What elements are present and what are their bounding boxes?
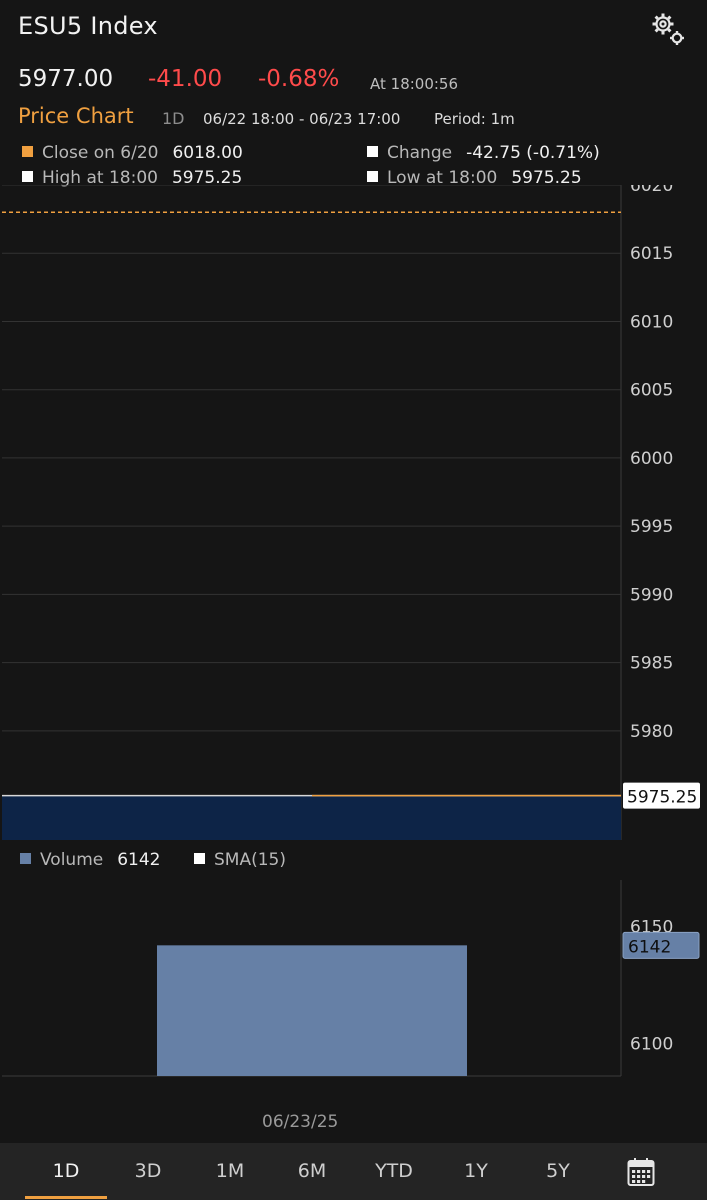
price-tick-label: 5995 — [630, 517, 673, 537]
legend-change-value: -42.75 (-0.71%) — [466, 143, 600, 163]
legend-sma: SMA(15) — [194, 850, 286, 870]
x-axis-date: 06/23/25 — [262, 1112, 339, 1132]
price-chart-title: Price Chart — [18, 104, 134, 128]
legend-change-label: Change — [387, 143, 453, 163]
active-tab-indicator — [25, 1196, 107, 1199]
chart-date-range: 06/22 18:00 - 06/23 17:00 — [203, 110, 401, 128]
legend-close-label: Close on 6/20 — [42, 143, 159, 163]
chart-span: 1D — [162, 109, 185, 128]
price-tick-label: 6000 — [630, 449, 673, 469]
sma-swatch — [194, 853, 205, 864]
price-area-fill — [2, 795, 621, 840]
calendar-icon[interactable] — [627, 1157, 655, 1187]
instrument-title: ESU5 Index — [18, 12, 158, 40]
volume-tick-label: 6100 — [630, 1034, 673, 1054]
high-swatch — [22, 171, 33, 182]
legend-change: Change -42.75 (-0.71%) — [367, 143, 600, 163]
legend-sma-label: SMA(15) — [214, 850, 286, 870]
price-chart[interactable]: 5980 5985 5990 5995 6000 6005 6010 6015 6020 597… — [0, 185, 707, 840]
price-tick-label: 5990 — [630, 585, 673, 605]
price-tick-label: 5980 — [630, 722, 673, 742]
tab-5y[interactable]: 5Y — [523, 1160, 593, 1182]
tab-3d[interactable]: 3D — [113, 1160, 183, 1182]
last-price: 5977.00 — [18, 66, 114, 92]
tab-1y[interactable]: 1Y — [441, 1160, 511, 1182]
legend-volume: Volume 6142 — [20, 850, 161, 870]
chart-period: Period: 1m — [434, 110, 515, 128]
tab-1m[interactable]: 1M — [195, 1160, 265, 1182]
volume-bar — [157, 945, 467, 1076]
gears-icon[interactable] — [648, 10, 688, 50]
price-tick-label: 6015 — [630, 244, 673, 264]
low-swatch — [367, 171, 378, 182]
volume-swatch — [20, 853, 31, 864]
tab-ytd[interactable]: YTD — [359, 1160, 429, 1182]
tab-6m[interactable]: 6M — [277, 1160, 347, 1182]
legend-close-value: 6018.00 — [172, 143, 243, 163]
quote-time: At 18:00:56 — [370, 75, 459, 93]
price-tick-label: 6020 — [630, 185, 673, 196]
price-tick-label: 5985 — [630, 654, 673, 674]
legend-close: Close on 6/20 6018.00 — [22, 143, 243, 163]
tab-1d[interactable]: 1D — [31, 1160, 101, 1182]
range-tab-bar: 1D 3D 1M 6M YTD 1Y 5Y — [0, 1143, 707, 1200]
change-swatch — [367, 146, 378, 157]
volume-chart[interactable]: 61006150 6142 — [0, 880, 707, 1090]
legend-volume-label: Volume — [40, 850, 104, 870]
close-swatch — [22, 146, 33, 157]
price-tick-label: 6005 — [630, 381, 673, 401]
last-volume-tag-label: 6142 — [628, 937, 671, 957]
net-change: -41.00 — [148, 66, 223, 92]
legend-volume-value: 6142 — [117, 850, 161, 870]
price-tick-label: 6010 — [630, 312, 673, 332]
last-price-tag-label: 5975.25 — [627, 788, 697, 808]
percent-change: -0.68% — [258, 66, 340, 92]
